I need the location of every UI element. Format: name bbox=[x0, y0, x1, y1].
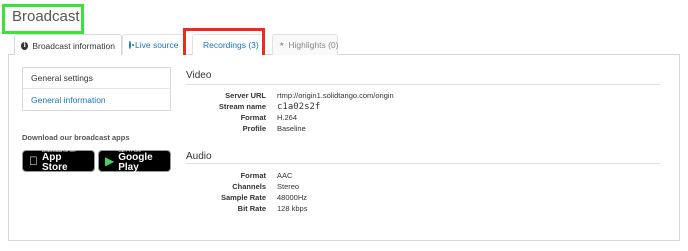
apple-icon:  bbox=[29, 155, 38, 167]
property-row: Format H.264 bbox=[186, 112, 660, 123]
sidebar-item-label: General settings bbox=[31, 73, 93, 83]
audio-section-title: Audio bbox=[186, 151, 212, 162]
apps-heading: Download our broadcast apps bbox=[22, 133, 130, 142]
sidebar-item-general-information[interactable]: General information bbox=[23, 89, 170, 110]
sidebar-item-general-settings[interactable]: General settings bbox=[23, 68, 170, 89]
live-source-icon bbox=[129, 41, 134, 49]
tab-label: Highlights (0) bbox=[288, 40, 339, 50]
property-row: Server URL rtmp://origin1.solidtango.com… bbox=[186, 90, 660, 101]
app-store-badge[interactable]:  Download on the App Store bbox=[22, 148, 95, 173]
badge-big-text: Google Play bbox=[118, 152, 153, 174]
property-value: 128 kbps bbox=[277, 204, 308, 213]
property-row: Profile Baseline bbox=[186, 123, 660, 134]
tab-broadcast-information[interactable]: i Broadcast information bbox=[14, 34, 122, 56]
stream-name-value: c1a02s2f bbox=[277, 101, 321, 112]
divider bbox=[186, 84, 660, 85]
property-key: Sample Rate bbox=[220, 193, 266, 202]
star-icon: ★ bbox=[279, 42, 285, 48]
server-url-value: rtmp://origin1.solidtango.com/origin bbox=[277, 91, 394, 100]
property-value: H.264 bbox=[277, 113, 298, 122]
tab-label: Broadcast information bbox=[32, 40, 115, 51]
info-icon: i bbox=[21, 41, 29, 50]
property-value: Baseline bbox=[277, 124, 306, 133]
property-key: Bit Rate bbox=[237, 204, 266, 213]
tab-live-source[interactable]: Live source bbox=[122, 34, 185, 55]
tab-highlights[interactable]: ★ Highlights (0) bbox=[272, 34, 338, 55]
sidebar: General settings General information bbox=[22, 67, 171, 111]
tab-bar: i Broadcast information Live source Reco… bbox=[8, 34, 680, 56]
badge-big-text: App Store bbox=[33, 153, 81, 173]
highlight-box-title bbox=[2, 4, 84, 34]
property-key: Server URL bbox=[225, 91, 266, 100]
google-play-badge[interactable]: ▶ GET IT ON Google Play bbox=[98, 148, 171, 174]
property-value: AAC bbox=[277, 171, 293, 180]
property-row: Format AAC bbox=[186, 170, 660, 181]
property-key: Stream name bbox=[218, 102, 266, 111]
property-value: 48000Hz bbox=[277, 193, 308, 202]
video-properties: Server URL rtmp://origin1.solidtango.com… bbox=[186, 90, 660, 134]
google-play-icon: ▶ bbox=[105, 154, 115, 168]
property-row: Bit Rate 128 kbps bbox=[186, 203, 660, 214]
tab-label: Live source bbox=[135, 40, 179, 50]
property-key: Format bbox=[240, 113, 266, 122]
divider bbox=[186, 163, 660, 164]
property-key: Profile bbox=[242, 124, 266, 133]
property-key: Channels bbox=[232, 182, 266, 191]
sidebar-item-label: General information bbox=[31, 94, 106, 105]
property-row: Stream name c1a02s2f bbox=[186, 101, 660, 112]
video-section-title: Video bbox=[186, 70, 212, 81]
property-value: Stereo bbox=[277, 182, 300, 191]
property-key: Format bbox=[240, 171, 266, 180]
audio-properties: Format AAC Channels Stereo Sample Rate 4… bbox=[186, 170, 660, 214]
property-row: Sample Rate 48000Hz bbox=[186, 192, 660, 203]
property-row: Channels Stereo bbox=[186, 181, 660, 192]
